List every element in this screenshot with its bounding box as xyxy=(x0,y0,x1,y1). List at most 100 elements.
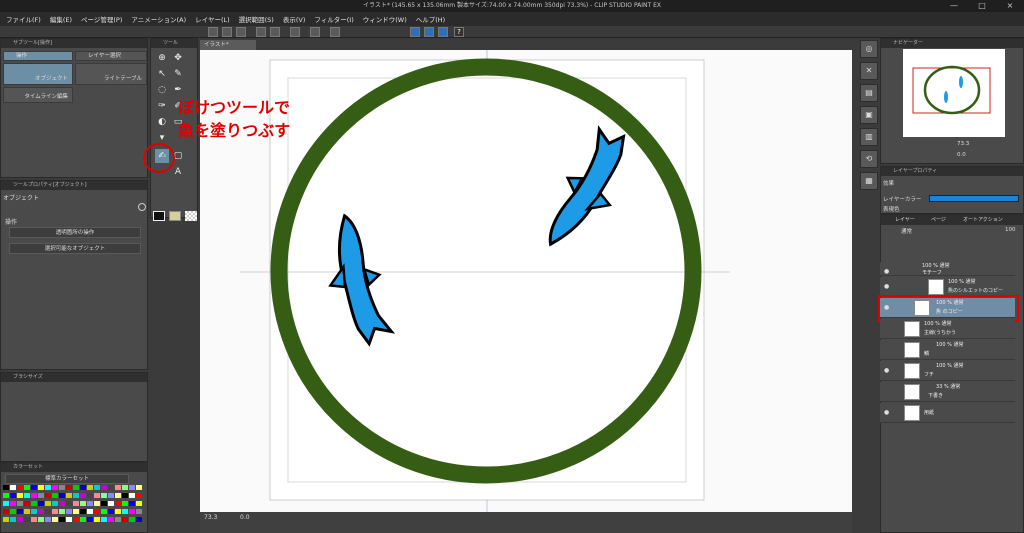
color-swatch[interactable] xyxy=(101,501,107,506)
color-swatch[interactable] xyxy=(129,485,135,490)
color-swatch[interactable] xyxy=(122,509,128,514)
color-swatch[interactable] xyxy=(45,501,51,506)
color-swatch[interactable] xyxy=(94,493,100,498)
eye-icon[interactable]: ● xyxy=(884,268,892,276)
color-swatch[interactable] xyxy=(38,485,44,490)
layer-row[interactable]: ● 100 % 通常 魚のシルエットのコピー xyxy=(880,277,1015,297)
color-swatch[interactable] xyxy=(122,517,128,522)
color-swatch[interactable] xyxy=(10,485,16,490)
color-swatch[interactable] xyxy=(59,501,65,506)
color-swatch[interactable] xyxy=(24,493,30,498)
color-swatch[interactable] xyxy=(3,501,9,506)
layer-row[interactable]: 33 % 通常 下書き xyxy=(880,382,1015,402)
color-swatch[interactable] xyxy=(94,485,100,490)
menu-selection[interactable]: 選択範囲(S) xyxy=(239,14,274,24)
color-swatch[interactable] xyxy=(136,493,142,498)
color-swatch[interactable] xyxy=(87,517,93,522)
layer-row[interactable]: ● 用紙 xyxy=(880,403,1015,423)
color-swatch[interactable] xyxy=(73,501,79,506)
color-swatch[interactable] xyxy=(80,485,86,490)
color-swatch[interactable] xyxy=(122,501,128,506)
magnify-icon[interactable] xyxy=(138,203,146,211)
save-icon[interactable] xyxy=(236,27,246,37)
history-icon[interactable]: ⟲ xyxy=(860,150,878,168)
color-swatch[interactable] xyxy=(66,509,72,514)
navigator-preview[interactable] xyxy=(903,49,1005,137)
color-swatch[interactable] xyxy=(66,517,72,522)
color-swatch[interactable] xyxy=(59,485,65,490)
layer-row[interactable]: ● 100 % 通常 モチーフ xyxy=(880,262,1015,276)
sub-color-swatch[interactable] xyxy=(169,211,181,221)
snap-icon[interactable] xyxy=(410,27,420,37)
color-swatch[interactable] xyxy=(45,493,51,498)
color-swatch[interactable] xyxy=(108,485,114,490)
help-icon[interactable]: ? xyxy=(454,27,464,37)
menu-help[interactable]: ヘルプ(H) xyxy=(416,14,445,24)
color-swatch[interactable] xyxy=(31,517,37,522)
color-swatch[interactable] xyxy=(80,501,86,506)
lasso-tool-icon[interactable]: ◌ xyxy=(155,83,169,97)
close-button[interactable]: × xyxy=(996,0,1024,12)
color-swatch[interactable] xyxy=(87,485,93,490)
color-swatch[interactable] xyxy=(122,485,128,490)
navigator-toggle-icon[interactable]: ◎ xyxy=(860,40,878,58)
color-swatch[interactable] xyxy=(31,485,37,490)
redo-icon[interactable] xyxy=(270,27,280,37)
undo-icon[interactable] xyxy=(256,27,266,37)
color-swatch[interactable] xyxy=(87,493,93,498)
color-swatch[interactable] xyxy=(17,509,23,514)
eyedropper-tool-icon[interactable]: ✎ xyxy=(171,67,185,81)
pen-tool-icon[interactable]: ✒ xyxy=(171,83,185,97)
color-swatch[interactable] xyxy=(45,485,51,490)
subtool-tab-operation[interactable]: 操作 xyxy=(3,51,73,61)
color-swatch[interactable] xyxy=(3,485,9,490)
menu-animation[interactable]: アニメーション(A) xyxy=(131,14,186,24)
color-swatch[interactable] xyxy=(80,509,86,514)
menu-filter[interactable]: フィルター(I) xyxy=(314,14,353,24)
color-swatch[interactable] xyxy=(10,517,16,522)
subtool-object[interactable]: オブジェクト xyxy=(3,63,73,85)
color-swatch[interactable] xyxy=(66,501,72,506)
color-swatch[interactable] xyxy=(115,501,121,506)
clear-icon[interactable] xyxy=(290,27,300,37)
color-swatch[interactable] xyxy=(17,493,23,498)
operation-tool-icon[interactable]: ↖ xyxy=(155,67,169,81)
color-swatch[interactable] xyxy=(108,509,114,514)
layer-row[interactable]: ● 100 % 通常 フチ xyxy=(880,361,1015,381)
color-swatch[interactable] xyxy=(17,501,23,506)
color-swatch[interactable] xyxy=(17,485,23,490)
color-swatch[interactable] xyxy=(3,493,9,498)
main-color-swatch[interactable] xyxy=(153,211,165,221)
color-swatch[interactable] xyxy=(24,501,30,506)
color-swatch[interactable] xyxy=(52,485,58,490)
color-swatch[interactable] xyxy=(10,493,16,498)
color-swatch[interactable] xyxy=(31,501,37,506)
subtool-timeline[interactable]: タイムライン編集 xyxy=(3,87,73,103)
transparent-operation-dropdown[interactable]: 透明箇所の操作 xyxy=(9,227,141,238)
eye-icon[interactable]: ● xyxy=(884,367,892,375)
color-swatch[interactable] xyxy=(136,501,142,506)
color-swatch[interactable] xyxy=(17,517,23,522)
color-swatch[interactable] xyxy=(136,517,142,522)
menu-file[interactable]: ファイル(F) xyxy=(6,14,41,24)
layer-opacity[interactable]: 100 xyxy=(1005,227,1016,233)
snap-grid-icon[interactable] xyxy=(438,27,448,37)
color-swatch[interactable] xyxy=(52,509,58,514)
move-tool-icon[interactable]: ✥ xyxy=(171,51,185,65)
transform-icon[interactable] xyxy=(310,27,320,37)
menu-page[interactable]: ページ管理(P) xyxy=(81,14,122,24)
blend-mode[interactable]: 通常 xyxy=(901,227,912,235)
auto-action-tab[interactable]: オートアクション xyxy=(963,215,1003,225)
color-swatch[interactable] xyxy=(101,517,107,522)
layer-row[interactable]: 100 % 通常 主線(うちかう xyxy=(880,319,1015,339)
layer-row[interactable]: 100 % 通常 鱗 xyxy=(880,340,1015,360)
color-swatch[interactable] xyxy=(122,493,128,498)
color-swatch[interactable] xyxy=(31,509,37,514)
menu-edit[interactable]: 編集(E) xyxy=(50,14,72,24)
color-swatch[interactable] xyxy=(73,517,79,522)
color-swatches[interactable] xyxy=(3,485,143,531)
color-swatch[interactable] xyxy=(87,501,93,506)
fill-icon[interactable] xyxy=(330,27,340,37)
eye-icon[interactable]: ● xyxy=(884,283,892,291)
color-swatch[interactable] xyxy=(80,517,86,522)
